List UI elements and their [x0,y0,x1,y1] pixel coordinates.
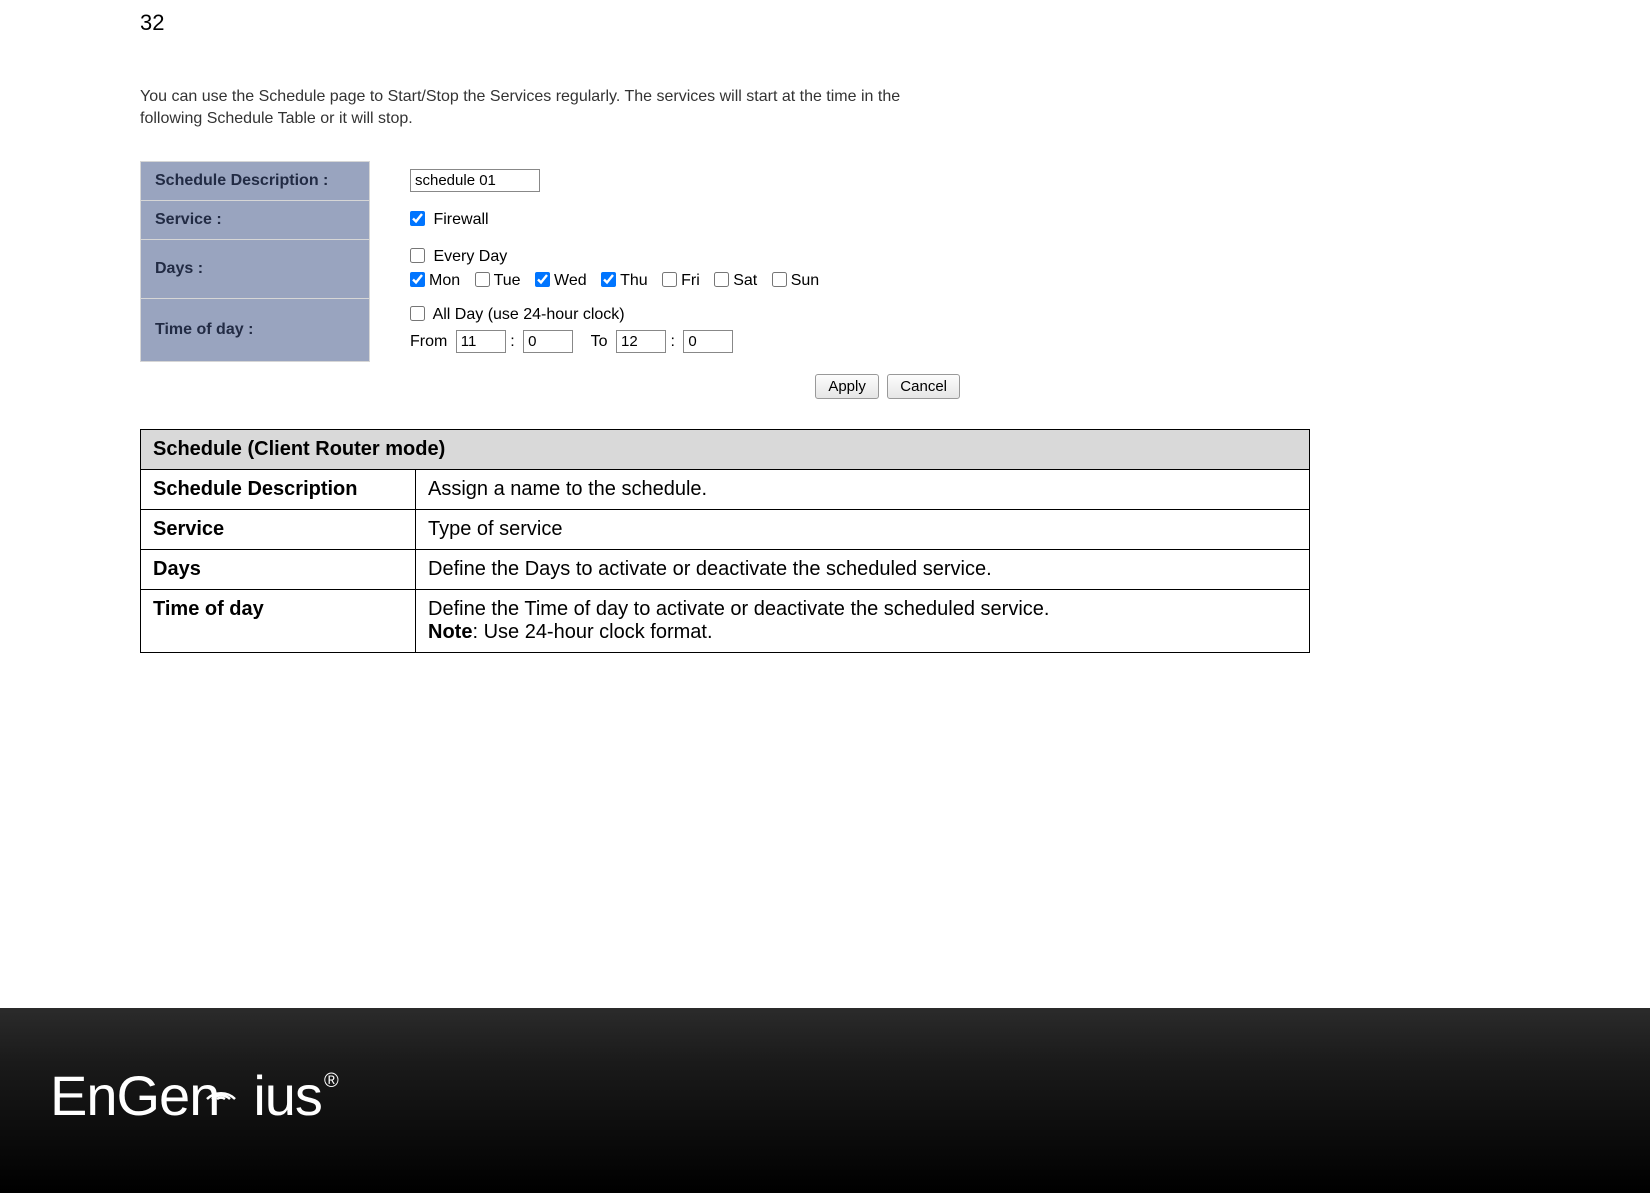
to-hour-input[interactable] [616,330,666,353]
from-label: From [410,333,447,350]
registered-icon: ® [324,1070,338,1092]
thu-checkbox[interactable] [601,272,616,287]
footer: EnGen ius® [0,1008,1650,1193]
table-row: Time of day Define the Time of day to ac… [141,589,1310,652]
wed-checkbox[interactable] [535,272,550,287]
doc-key-1: Service [141,509,416,549]
from-hour-input[interactable] [456,330,506,353]
doc-val-3-main: Define the Time of day to activate or de… [428,598,1049,620]
table-row: Service Type of service [141,509,1310,549]
doc-val-1: Type of service [416,509,1310,549]
doc-val-2: Define the Days to activate or deactivat… [416,549,1310,589]
doc-val-3: Define the Time of day to activate or de… [416,589,1310,652]
colon-1: : [510,333,514,350]
doc-val-3-note-label: Note [428,621,472,643]
sun-checkbox[interactable] [772,272,787,287]
fri-label: Fri [681,272,700,289]
service-firewall-option: Firewall [410,211,489,228]
service-label: Service : [141,200,370,239]
sat-checkbox[interactable] [714,272,729,287]
to-min-input[interactable] [683,330,733,353]
to-label: To [591,333,608,350]
all-day-label: All Day (use 24-hour clock) [433,306,625,323]
schedule-description-label: Schedule Description : [141,161,370,200]
thu-label: Thu [620,272,648,289]
engenius-logo: EnGen ius® [50,1063,338,1128]
doc-val-0: Assign a name to the schedule. [416,469,1310,509]
cancel-button[interactable]: Cancel [887,374,960,399]
all-day-option: All Day (use 24-hour clock) [410,306,625,323]
tue-label: Tue [494,272,521,289]
doc-key-2: Days [141,549,416,589]
time-of-day-label: Time of day : [141,298,370,361]
apply-button[interactable]: Apply [815,374,879,399]
every-day-option: Every Day [410,248,507,265]
from-min-input[interactable] [523,330,573,353]
service-firewall-label: Firewall [433,211,488,228]
days-label: Days : [141,239,370,298]
doc-key-3: Time of day [141,589,416,652]
schedule-description-input[interactable] [410,169,540,192]
doc-val-3-note: : Use 24-hour clock format. [472,621,712,643]
every-day-checkbox[interactable] [410,248,425,263]
intro-text: You can use the Schedule page to Start/S… [140,86,960,131]
doc-table: Schedule (Client Router mode) Schedule D… [140,429,1310,653]
every-day-label: Every Day [433,248,507,265]
schedule-form: Schedule Description : Service : Firewal… [140,161,850,362]
doc-table-title: Schedule (Client Router mode) [141,429,1310,469]
service-firewall-checkbox[interactable] [410,211,425,226]
colon-2: : [670,333,674,350]
page-number: 32 [140,10,1650,36]
table-row: Days Define the Days to activate or deac… [141,549,1310,589]
sun-label: Sun [791,272,819,289]
table-row: Schedule Description Assign a name to th… [141,469,1310,509]
doc-key-0: Schedule Description [141,469,416,509]
mon-checkbox[interactable] [410,272,425,287]
wed-label: Wed [554,272,587,289]
sat-label: Sat [733,272,757,289]
all-day-checkbox[interactable] [410,306,425,321]
mon-label: Mon [429,272,460,289]
tue-checkbox[interactable] [475,272,490,287]
fri-checkbox[interactable] [662,272,677,287]
